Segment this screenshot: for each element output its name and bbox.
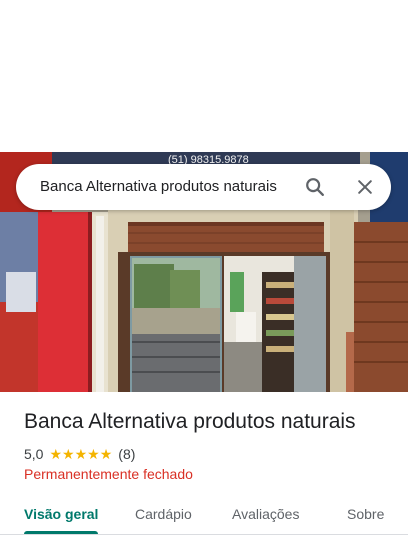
divider <box>0 534 408 535</box>
tab-overview[interactable]: Visão geral <box>24 506 98 522</box>
tab-bar: Visão geral Cardápio Avaliações Sobre <box>0 494 408 534</box>
tab-menu[interactable]: Cardápio <box>135 506 192 522</box>
tab-reviews[interactable]: Avaliações <box>232 506 299 522</box>
star-icon: ★ <box>62 446 75 462</box>
review-count[interactable]: (8) <box>118 446 135 462</box>
star-icon: ★ <box>49 446 63 462</box>
search-icon[interactable] <box>303 175 327 199</box>
place-title: Banca Alternativa produtos naturais <box>24 410 356 433</box>
rating-value: 5,0 <box>24 446 44 462</box>
tab-about[interactable]: Sobre <box>347 506 384 522</box>
star-icon: ★ <box>87 446 100 462</box>
search-bar[interactable]: Banca Alternativa produtos naturais <box>16 164 391 210</box>
place-info-panel: Banca Alternativa produtos naturais 5,0 … <box>0 392 408 544</box>
status-badge: Permanentemente fechado <box>24 466 193 482</box>
star-icon: ★ <box>74 446 88 462</box>
close-icon[interactable] <box>353 175 377 199</box>
search-input[interactable]: Banca Alternativa produtos naturais <box>40 178 277 195</box>
rating-row[interactable]: 5,0 ★ ★ ★ ★ ★ (8) <box>24 445 135 463</box>
star-rating: ★ ★ ★ ★ ★ <box>49 447 112 461</box>
star-icon: ★ <box>99 446 113 462</box>
